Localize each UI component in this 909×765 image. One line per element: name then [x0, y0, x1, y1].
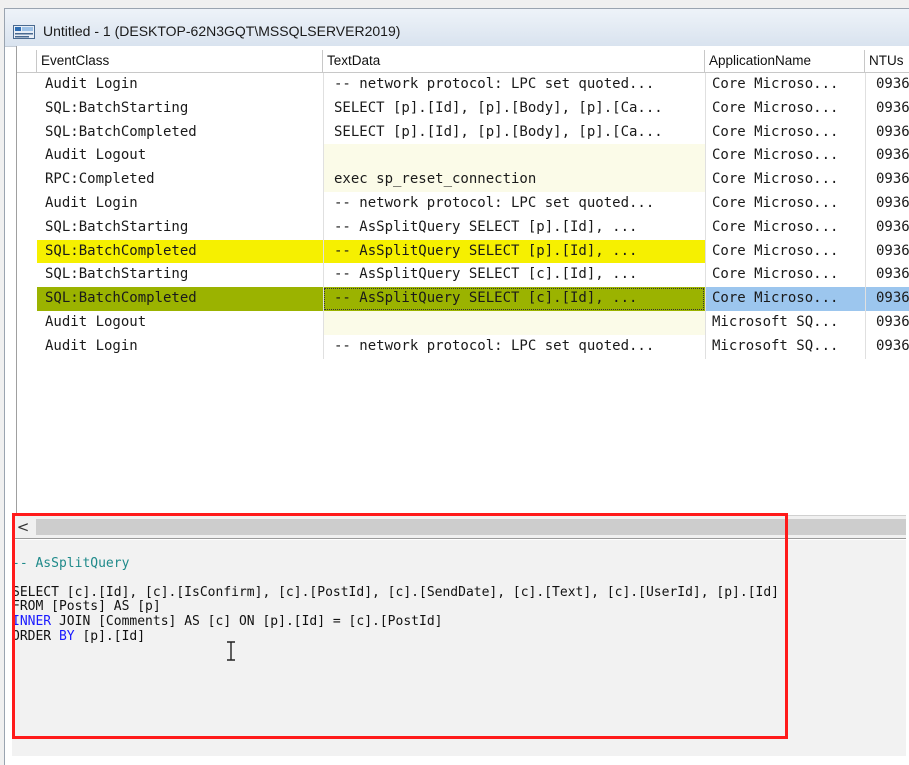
- cell-applicationname: Microsoft SQ...: [705, 334, 865, 359]
- cell-textdata: -- AsSplitQuery SELECT [p].[Id], ...: [323, 239, 705, 264]
- cell-eventclass: SQL:BatchCompleted: [37, 239, 323, 264]
- cell-eventclass: Audit Logout: [45, 147, 147, 164]
- cell-ntusername: 0936: [865, 168, 909, 192]
- window-title: Untitled - 1 (DESKTOP-62N3GQT\MSSQLSERVE…: [43, 23, 401, 39]
- cell-textdata: exec sp_reset_connection: [323, 168, 705, 192]
- cell-applicationname: Core Microso...: [705, 144, 865, 169]
- column-header-applicationname[interactable]: ApplicationName: [705, 50, 865, 72]
- table-row[interactable]: SQL:BatchStarting SELECT [p].[Id], [p].[B…: [17, 96, 909, 121]
- cell-eventclass: SQL:BatchStarting: [45, 218, 189, 235]
- cell-applicationname: Core Microso...: [705, 215, 865, 240]
- sql-orderby-rest: [p].[Id]: [74, 629, 146, 644]
- profiler-trace-icon: [13, 25, 35, 39]
- cell-eventclass: RPC:Completed: [45, 171, 155, 188]
- sql-order: ORDER: [12, 629, 59, 644]
- cell-textdata: SELECT [p].[Id], [p].[Body], [p].[Ca...: [323, 120, 705, 145]
- scroll-thumb[interactable]: [36, 519, 906, 535]
- row-gutter: [17, 216, 37, 240]
- sql-comment: -- AsSplitQuery: [12, 556, 130, 571]
- cell-ntusername: 0936: [865, 96, 909, 121]
- sql-line-join: INNER JOIN [Comments] AS [c] ON [p].[Id]…: [12, 615, 442, 629]
- table-row[interactable]: SQL:BatchStarting -- AsSplitQuery SELECT …: [17, 263, 909, 288]
- cell-ntusername: 0936: [865, 263, 909, 288]
- table-row[interactable]: SQL:BatchCompleted -- AsSplitQuery SELECT…: [17, 239, 909, 264]
- row-gutter: [17, 144, 37, 168]
- scroll-left-arrow-icon[interactable]: <: [12, 516, 34, 538]
- cell-textdata: -- AsSplitQuery SELECT [p].[Id], ...: [323, 215, 705, 240]
- title-bar[interactable]: Untitled - 1 (DESKTOP-62N3GQT\MSSQLSERVE…: [5, 9, 909, 47]
- trace-grid[interactable]: EventClass TextData ApplicationName NTUs…: [16, 46, 909, 518]
- table-row[interactable]: Audit Logout Core Microso... 0936: [17, 144, 909, 169]
- sql-join-rest: JOIN [Comments] AS [c] ON [p].[Id] = [c]…: [51, 614, 443, 629]
- table-row[interactable]: RPC:Completed exec sp_reset_connection Cor…: [17, 168, 909, 192]
- row-gutter: [17, 168, 37, 192]
- cell-textdata: -- network protocol: LPC set quoted...: [323, 73, 705, 97]
- cell-ntusername: 0936: [865, 311, 909, 335]
- sql-text-pane[interactable]: -- AsSplitQuery SELECT [c].[Id], [c].[Is…: [12, 540, 906, 756]
- cell-ntusername: 0936: [865, 120, 909, 145]
- cell-eventclass: SQL:BatchStarting: [45, 266, 189, 283]
- table-row[interactable]: SQL:BatchCompleted SELECT [p].[Id], [p].[…: [17, 120, 909, 145]
- cell-ntusername: 0936: [865, 192, 909, 216]
- cell-ntusername: 0936: [865, 334, 909, 359]
- cell-ntusername: 0936: [865, 215, 909, 240]
- cell-applicationname: Core Microso...: [705, 239, 865, 264]
- row-gutter: [17, 73, 37, 97]
- cell-applicationname: Core Microso...: [705, 96, 865, 121]
- row-gutter: [17, 263, 37, 287]
- sql-line-select: SELECT [c].[Id], [c].[IsConfirm], [c].[P…: [12, 585, 780, 600]
- cell-textdata: -- AsSplitQuery SELECT [c].[Id], ...: [323, 287, 705, 311]
- cell-textdata: -- network protocol: LPC set quoted...: [323, 334, 705, 359]
- grid-header: EventClass TextData ApplicationName NTUs: [17, 50, 909, 73]
- cell-applicationname: Core Microso...: [705, 73, 865, 97]
- table-row[interactable]: Audit Login -- network protocol: LPC set …: [17, 334, 909, 359]
- cell-eventclass: SQL:BatchCompleted: [37, 287, 323, 311]
- row-gutter: [17, 121, 37, 145]
- cell-textdata: [323, 311, 705, 335]
- text-cursor-icon: [227, 641, 235, 661]
- row-gutter: [17, 311, 37, 335]
- sql-keyword-inner: INNER: [12, 614, 52, 629]
- cell-eventclass: Audit Login: [45, 76, 138, 92]
- cell-textdata: SELECT [p].[Id], [p].[Body], [p].[Ca...: [323, 96, 705, 121]
- row-gutter: [17, 192, 37, 216]
- column-header-textdata[interactable]: TextData: [323, 50, 705, 72]
- cell-eventclass: Audit Login: [45, 337, 138, 354]
- row-gutter: [17, 287, 37, 311]
- table-row[interactable]: SQL:BatchStarting -- AsSplitQuery SELECT …: [17, 215, 909, 240]
- table-row[interactable]: Audit Login -- network protocol: LPC set …: [17, 192, 909, 216]
- cell-ntusername: 0936: [865, 287, 909, 311]
- table-row[interactable]: Audit Logout Microsoft SQ... 0936: [17, 311, 909, 335]
- row-gutter: [17, 335, 37, 359]
- table-row[interactable]: Audit Login -- network protocol: LPC set …: [17, 73, 909, 97]
- column-header-eventclass[interactable]: EventClass: [37, 50, 323, 72]
- header-gutter: [17, 50, 37, 72]
- sql-keyword-by: BY: [58, 629, 75, 644]
- cell-ntusername: 0936: [865, 144, 909, 169]
- cell-eventclass: SQL:BatchCompleted: [45, 123, 197, 140]
- column-header-ntusername[interactable]: NTUs: [865, 50, 909, 72]
- cell-applicationname: Core Microso...: [705, 287, 865, 311]
- sql-line-orderby: ORDER BY [p].[Id]: [12, 630, 145, 644]
- cell-applicationname: Core Microso...: [705, 120, 865, 145]
- cell-applicationname: Core Microso...: [705, 192, 865, 216]
- table-row[interactable]: SQL:BatchCompleted -- AsSplitQuery SELECT…: [17, 287, 909, 311]
- cell-textdata: -- network protocol: LPC set quoted...: [323, 192, 705, 216]
- sql-line-from: FROM [Posts] AS [p]: [12, 599, 161, 614]
- cell-textdata: [323, 144, 705, 169]
- cell-applicationname: Core Microso...: [705, 168, 865, 192]
- profiler-window: Untitled - 1 (DESKTOP-62N3GQT\MSSQLSERVE…: [4, 8, 909, 765]
- cell-eventclass: Audit Login: [45, 195, 138, 211]
- horizontal-scrollbar[interactable]: <: [12, 515, 906, 539]
- row-gutter: [17, 240, 37, 264]
- cell-applicationname: Microsoft SQ...: [705, 311, 865, 335]
- row-gutter: [17, 97, 37, 121]
- cell-ntusername: 0936: [865, 73, 909, 97]
- cell-ntusername: 0936: [865, 239, 909, 264]
- cell-applicationname: Core Microso...: [705, 263, 865, 288]
- cell-textdata: -- AsSplitQuery SELECT [c].[Id], ...: [323, 263, 705, 288]
- cell-eventclass: SQL:BatchStarting: [45, 99, 189, 116]
- cell-eventclass: Audit Logout: [45, 314, 147, 330]
